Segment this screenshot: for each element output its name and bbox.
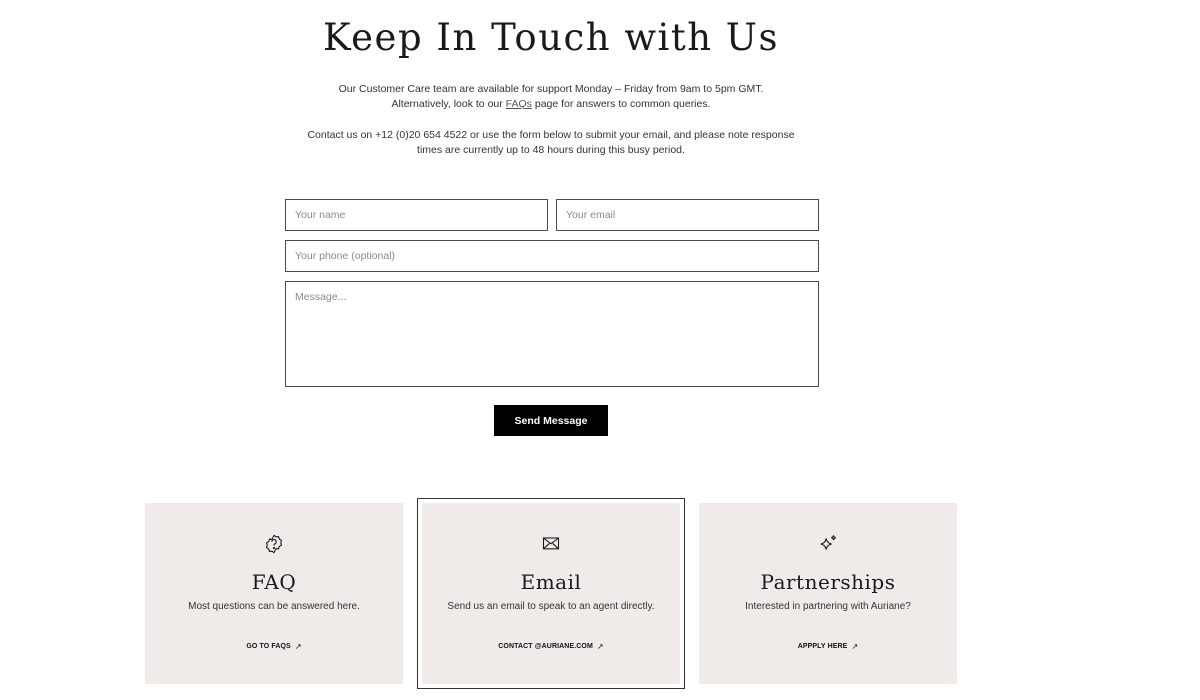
- page-title: Keep In Touch with Us: [323, 16, 779, 59]
- go-to-faqs-link[interactable]: GO TO FAQS ↗: [145, 642, 403, 651]
- apply-here-link[interactable]: APPPLY HERE ↗: [699, 642, 957, 651]
- intro-paragraph-hours: Our Customer Care team are available for…: [300, 82, 802, 111]
- name-input[interactable]: [285, 199, 548, 231]
- envelope-icon: [422, 533, 680, 557]
- arrow-up-right-icon: ↗: [851, 642, 859, 651]
- partnerships-card-title: Partnerships: [760, 570, 896, 594]
- send-message-button[interactable]: Send Message: [494, 405, 608, 436]
- email-card-title: Email: [520, 570, 582, 594]
- faqs-link[interactable]: FAQs: [506, 98, 532, 110]
- phone-input[interactable]: [285, 240, 819, 272]
- question-badge-icon: [145, 533, 403, 557]
- faq-card-text: Most questions can be answered here.: [188, 601, 360, 612]
- faq-card-title: FAQ: [251, 570, 297, 594]
- intro-line-after-link: page for answers to common queries.: [531, 97, 711, 110]
- arrow-up-right-icon: ↗: [596, 642, 604, 651]
- contact-email-link[interactable]: CONTACT @AURIANE.COM ↗: [422, 642, 680, 651]
- message-textarea[interactable]: [285, 281, 819, 387]
- contact-page: Keep In Touch with Us Our Customer Care …: [0, 0, 1200, 700]
- intro-line-before-link: Alternatively, look to our: [391, 97, 506, 110]
- intro-text: Our Customer Care team are available for…: [300, 82, 802, 157]
- apply-here-label: APPPLY HERE: [797, 643, 848, 650]
- intro-paragraph-contact: Contact us on +12 (0)20 654 4522 or use …: [307, 129, 795, 156]
- partnerships-card: Partnerships Interested in partnering wi…: [699, 503, 957, 684]
- contact-email-label: CONTACT @AURIANE.COM: [498, 643, 593, 650]
- sparkle-icon: [699, 533, 957, 557]
- faq-card: FAQ Most questions can be answered here.…: [145, 503, 403, 684]
- email-card: Email Send us an email to speak to an ag…: [417, 498, 685, 689]
- email-input[interactable]: [556, 199, 819, 231]
- intro-line-hours: Our Customer Care team are available for…: [338, 83, 764, 95]
- go-to-faqs-label: GO TO FAQS: [246, 643, 291, 650]
- partnerships-card-text: Interested in partnering with Auriane?: [745, 601, 911, 612]
- arrow-up-right-icon: ↗: [294, 642, 302, 651]
- email-card-text: Send us an email to speak to an agent di…: [447, 601, 655, 612]
